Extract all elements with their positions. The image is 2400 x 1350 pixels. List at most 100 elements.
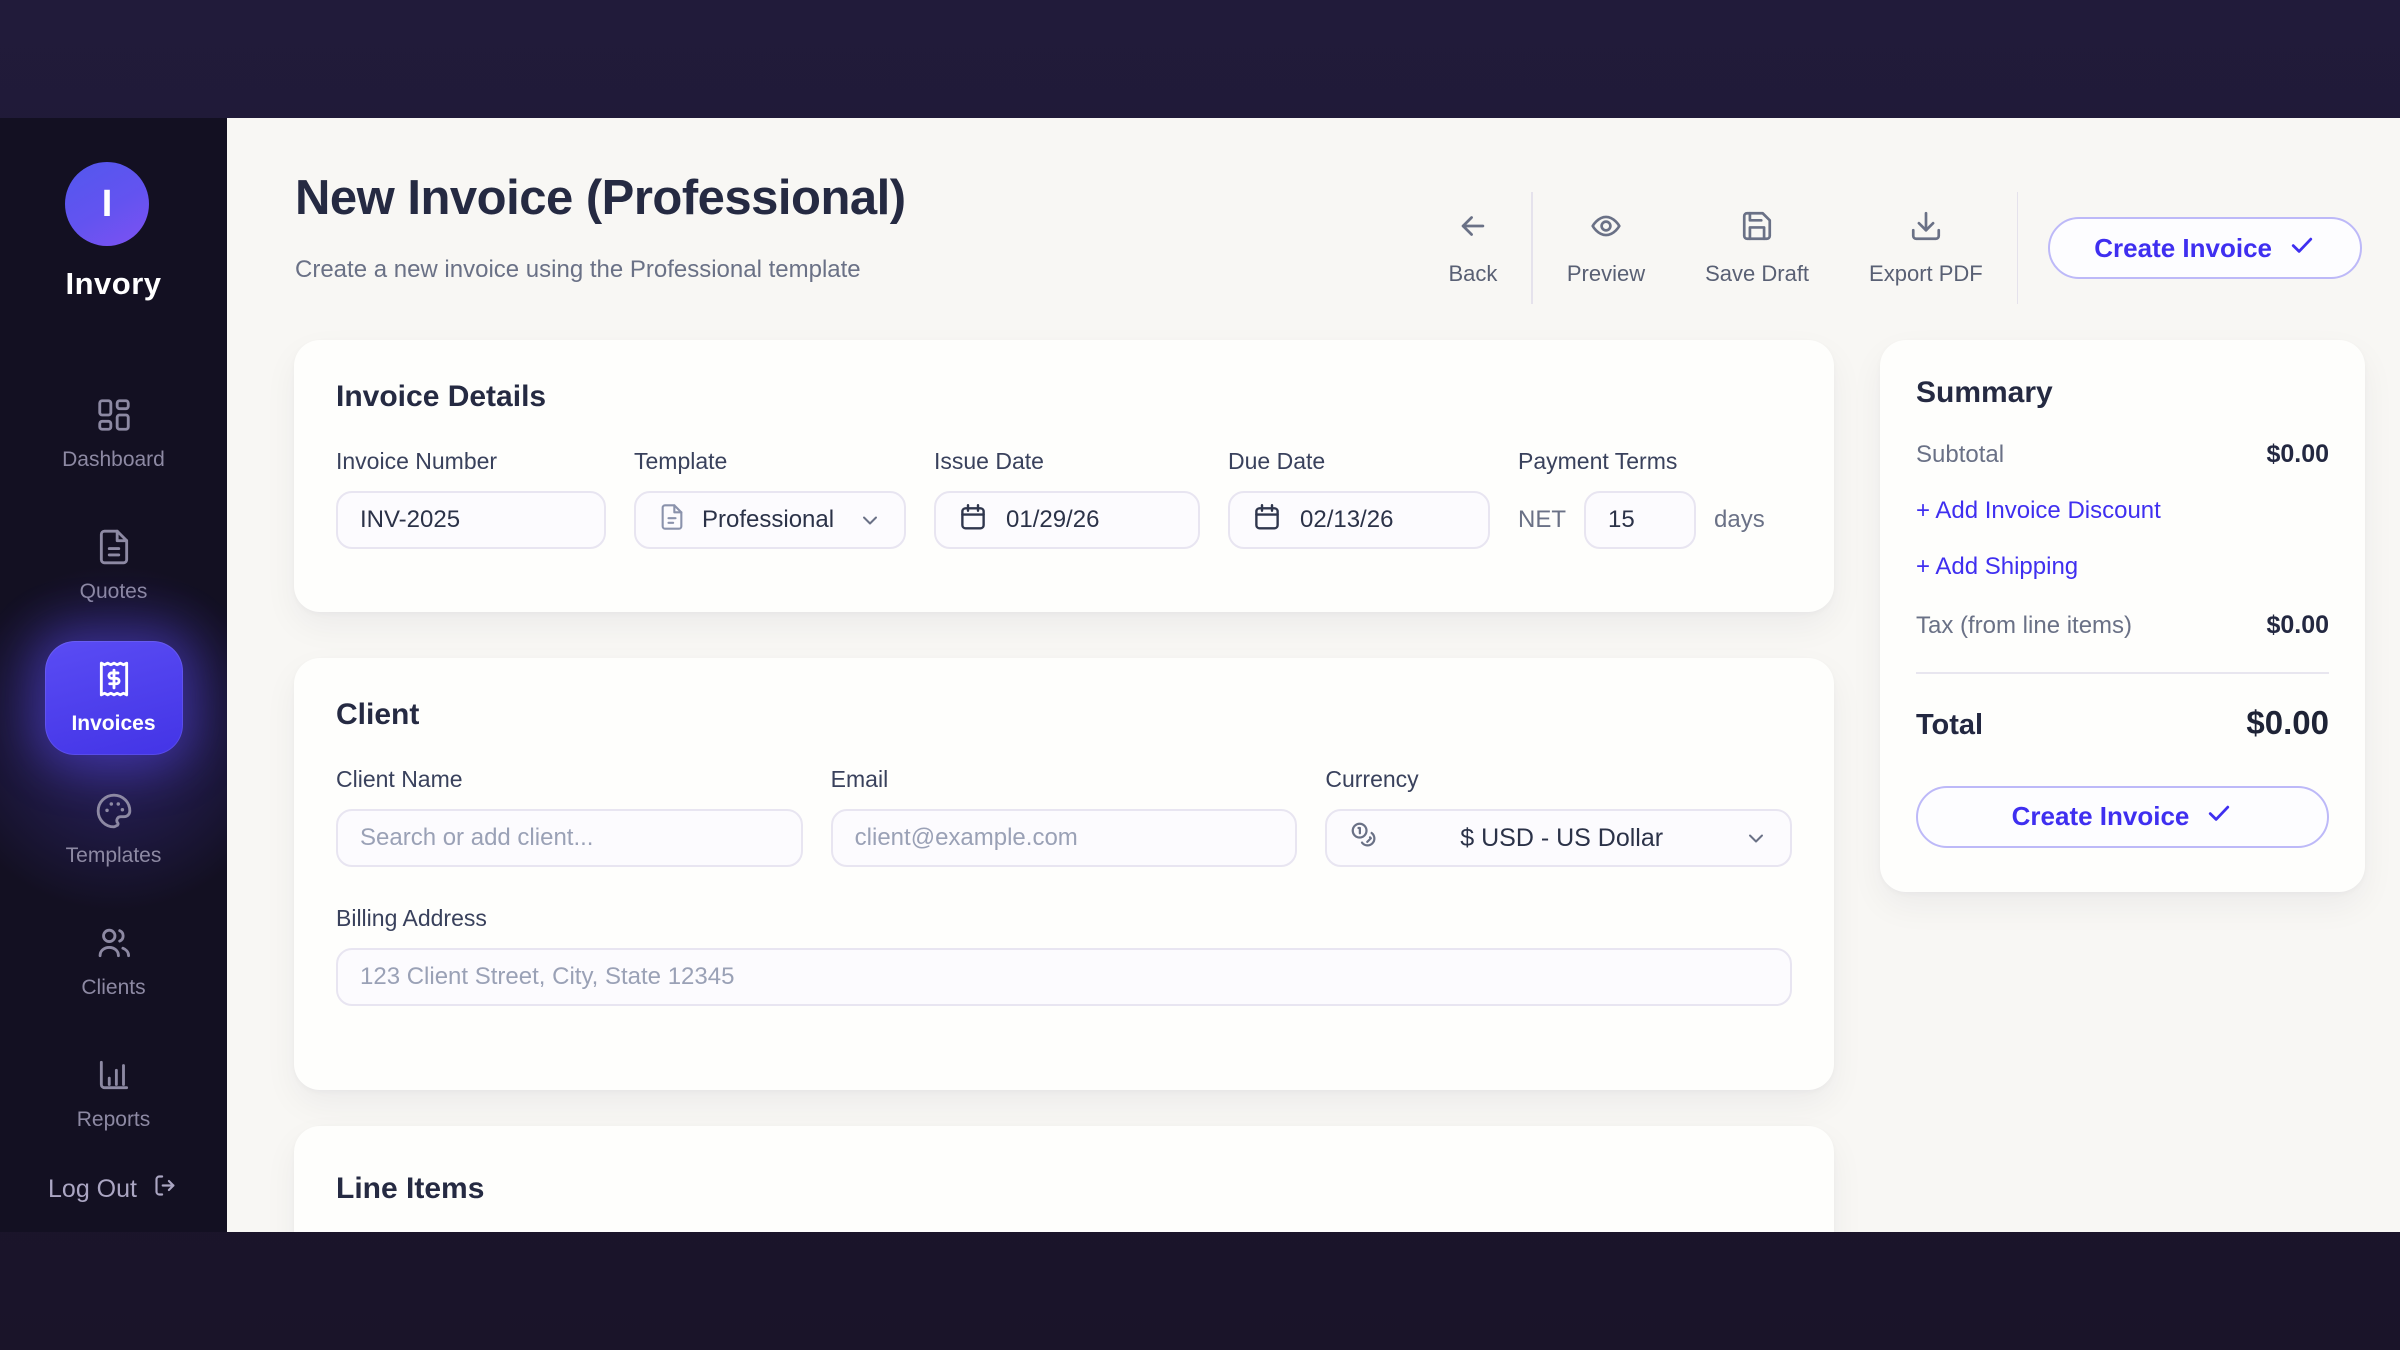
payment-terms-input[interactable]	[1584, 491, 1696, 549]
currency-label: Currency	[1325, 766, 1792, 793]
payment-terms-prefix: NET	[1518, 506, 1566, 534]
template-value: Professional	[702, 506, 834, 534]
create-invoice-button-summary[interactable]: Create Invoice	[1916, 786, 2329, 848]
due-date-value: 02/13/26	[1300, 506, 1393, 534]
tax-row: Tax (from line items) $0.00	[1916, 611, 2329, 640]
back-button[interactable]: Back	[1448, 209, 1497, 287]
payment-terms-field: Payment Terms NET days	[1518, 448, 1765, 549]
total-label: Total	[1916, 709, 1983, 742]
currency-field: Currency $ USD - US Dollar	[1325, 766, 1792, 867]
header-actions: Back Preview Save Draft	[1418, 192, 2362, 304]
download-icon	[1909, 209, 1943, 249]
billing-address-input[interactable]	[336, 948, 1792, 1006]
email-label: Email	[831, 766, 1298, 793]
receipt-dollar-icon	[95, 660, 133, 703]
sidebar-item-label: Reports	[77, 1108, 151, 1132]
chevron-down-icon	[1744, 826, 1768, 850]
file-text-icon	[658, 503, 686, 538]
save-icon	[1740, 209, 1774, 249]
client-name-field: Client Name	[336, 766, 803, 867]
calendar-icon	[1252, 502, 1282, 539]
file-text-icon	[95, 528, 133, 571]
sidebar-item-label: Templates	[66, 844, 162, 868]
due-date-field: Due Date 02/13/26	[1228, 448, 1490, 549]
due-date-picker[interactable]: 02/13/26	[1228, 491, 1490, 549]
eye-icon	[1589, 209, 1623, 249]
client-card: Client Client Name Email Currency	[294, 658, 1834, 1090]
brand-logo: I	[65, 162, 149, 246]
email-input[interactable]	[831, 809, 1298, 867]
summary-card: Summary Subtotal $0.00 + Add Invoice Dis…	[1880, 340, 2365, 892]
brand-name: Invory	[0, 266, 227, 302]
client-name-input[interactable]	[336, 809, 803, 867]
sidebar: I Invory Dashboard Quotes	[0, 118, 227, 1232]
template-field: Template Professional	[634, 448, 906, 549]
add-invoice-discount-link[interactable]: + Add Invoice Discount	[1916, 497, 2329, 525]
issue-date-label: Issue Date	[934, 448, 1200, 475]
sidebar-item-invoices[interactable]: Invoices	[0, 632, 227, 764]
arrow-left-icon	[1456, 209, 1490, 249]
billing-address-label: Billing Address	[336, 905, 1792, 932]
sidebar-item-templates[interactable]: Templates	[0, 764, 227, 896]
sidebar-item-invoices-active-pill: Invoices	[45, 641, 183, 755]
due-date-label: Due Date	[1228, 448, 1490, 475]
billing-address-field: Billing Address	[336, 905, 1792, 1006]
check-icon	[2205, 799, 2233, 834]
brand-logo-letter: I	[102, 183, 113, 226]
currency-value: $ USD - US Dollar	[1379, 824, 1744, 853]
subtotal-row: Subtotal $0.00	[1916, 440, 2329, 469]
sidebar-item-clients[interactable]: Clients	[0, 896, 227, 1028]
payment-terms-group: NET days	[1518, 491, 1765, 549]
create-invoice-button-header[interactable]: Create Invoice	[2048, 217, 2362, 279]
preview-button[interactable]: Preview	[1567, 209, 1645, 287]
sidebar-item-quotes[interactable]: Quotes	[0, 500, 227, 632]
invoice-number-input[interactable]	[336, 491, 606, 549]
template-select[interactable]: Professional	[634, 491, 906, 549]
actions-divider	[1531, 192, 1533, 304]
client-name-label: Client Name	[336, 766, 803, 793]
sidebar-item-label: Clients	[81, 976, 145, 1000]
invoice-details-card: Invoice Details Invoice Number Template …	[294, 340, 1834, 612]
sidebar-item-label: Invoices	[71, 712, 155, 736]
calendar-icon	[958, 502, 988, 539]
save-draft-label: Save Draft	[1705, 261, 1809, 287]
logout-icon	[152, 1172, 179, 1206]
save-draft-button[interactable]: Save Draft	[1705, 209, 1809, 287]
app-shell: I Invory Dashboard Quotes	[0, 118, 2400, 1232]
client-heading: Client	[336, 698, 1792, 732]
export-pdf-button[interactable]: Export PDF	[1869, 209, 1983, 287]
summary-divider	[1916, 672, 2329, 674]
check-icon	[2288, 231, 2316, 266]
template-label: Template	[634, 448, 906, 475]
currency-select[interactable]: $ USD - US Dollar	[1325, 809, 1792, 867]
logout-label: Log Out	[48, 1175, 137, 1204]
chevron-down-icon	[858, 508, 882, 532]
logout-button[interactable]: Log Out	[0, 1172, 227, 1206]
create-invoice-label: Create Invoice	[2012, 801, 2190, 832]
actions-divider	[2017, 192, 2019, 304]
coins-icon	[1349, 820, 1379, 857]
tax-label: Tax (from line items)	[1916, 612, 2132, 640]
sidebar-item-dashboard[interactable]: Dashboard	[0, 368, 227, 500]
add-shipping-link[interactable]: + Add Shipping	[1916, 553, 2329, 581]
issue-date-value: 01/29/26	[1006, 506, 1099, 534]
page-subtitle: Create a new invoice using the Professio…	[295, 256, 861, 284]
email-field: Email	[831, 766, 1298, 867]
export-pdf-label: Export PDF	[1869, 261, 1983, 287]
line-items-card: Line Items	[294, 1126, 1834, 1232]
invoice-number-field: Invoice Number	[336, 448, 606, 549]
summary-heading: Summary	[1916, 376, 2329, 410]
sidebar-item-label: Quotes	[80, 580, 148, 604]
client-fields: Client Name Email Currency $ U	[336, 766, 1792, 867]
invoice-number-label: Invoice Number	[336, 448, 606, 475]
sidebar-nav: Dashboard Quotes Invoices	[0, 368, 227, 1160]
layout-dashboard-icon	[95, 396, 133, 439]
page-title: New Invoice (Professional)	[295, 170, 906, 226]
users-icon	[95, 924, 133, 967]
sidebar-item-reports[interactable]: Reports	[0, 1028, 227, 1160]
tax-value: $0.00	[2266, 611, 2329, 640]
issue-date-field: Issue Date 01/29/26	[934, 448, 1200, 549]
total-row: Total $0.00	[1916, 704, 2329, 742]
payment-terms-label: Payment Terms	[1518, 448, 1765, 475]
issue-date-picker[interactable]: 01/29/26	[934, 491, 1200, 549]
